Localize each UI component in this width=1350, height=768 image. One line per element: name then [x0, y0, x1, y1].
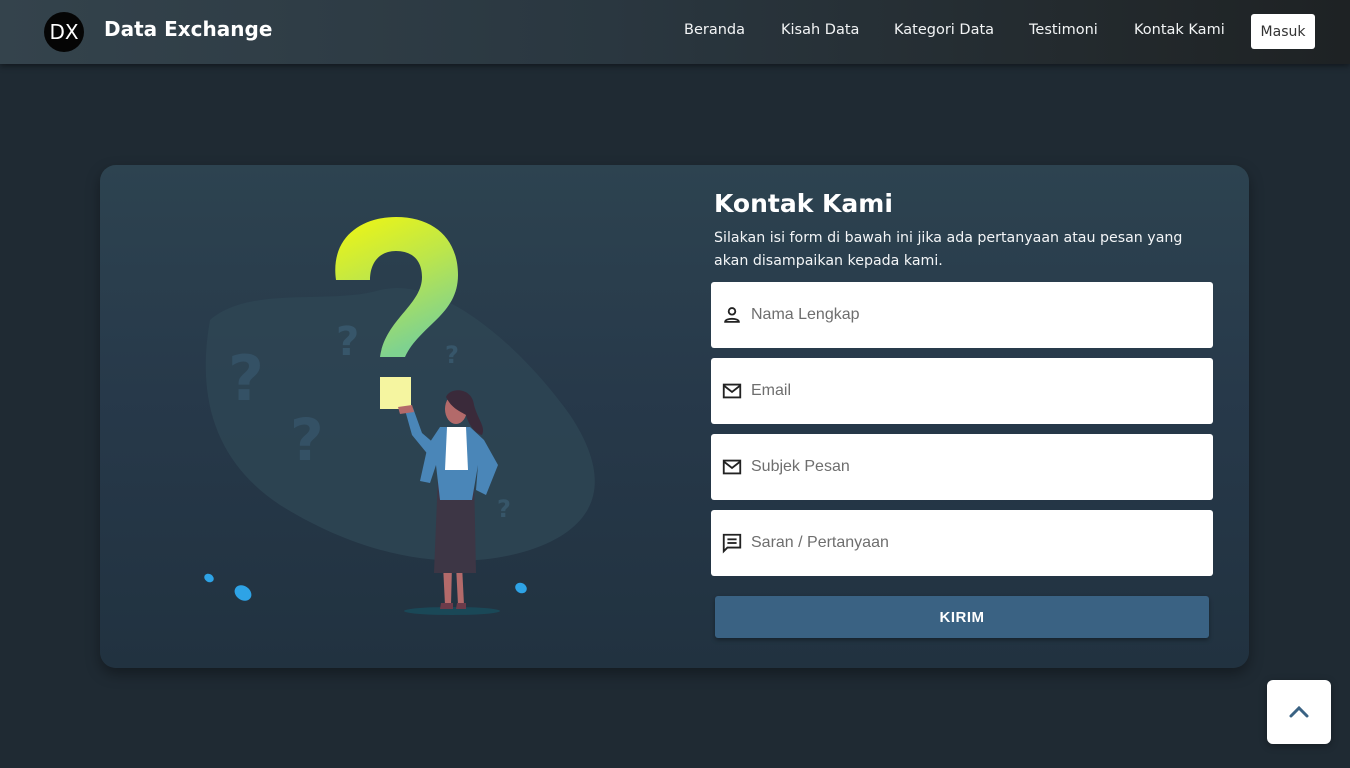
nav-link-kategori-data[interactable]: Kategori Data	[894, 22, 994, 38]
message-icon	[722, 533, 742, 554]
faint-question-mark: ?	[290, 406, 324, 474]
question-mark-dot	[380, 377, 411, 409]
nav-link-kisah-data[interactable]: Kisah Data	[781, 22, 859, 38]
faint-question-mark: ?	[497, 495, 511, 523]
message-input[interactable]	[751, 510, 1201, 576]
question-illustration: ? ? ? ? ?	[204, 217, 595, 615]
message-field[interactable]	[711, 510, 1213, 576]
submit-button[interactable]: KIRIM	[715, 596, 1209, 638]
brand-name[interactable]: Data Exchange	[104, 17, 272, 41]
nav-link-kontak-kami[interactable]: Kontak Kami	[1134, 22, 1225, 38]
nav-link-beranda[interactable]: Beranda	[684, 22, 745, 38]
leaf-decoration	[204, 573, 527, 601]
subject-field[interactable]	[711, 434, 1213, 500]
contact-title: Kontak Kami	[714, 189, 893, 218]
subject-input[interactable]	[751, 434, 1201, 500]
mail-icon	[722, 383, 742, 399]
nav-link-testimoni[interactable]: Testimoni	[1029, 22, 1098, 38]
email-field[interactable]	[711, 358, 1213, 424]
chevron-up-icon	[1289, 705, 1309, 718]
scroll-top-button[interactable]	[1267, 680, 1331, 744]
contact-description: Silakan isi form di bawah ini jika ada p…	[714, 230, 1183, 269]
top-navbar: DX Data Exchange Beranda Kisah Data Kate…	[0, 0, 1350, 64]
full-name-input[interactable]	[751, 282, 1201, 348]
person-icon	[724, 307, 740, 323]
brand-logo-text: DX	[49, 20, 79, 44]
faint-question-mark: ?	[445, 341, 459, 369]
mail-icon	[722, 459, 742, 475]
email-input[interactable]	[751, 358, 1201, 424]
faint-question-mark: ?	[228, 342, 264, 415]
login-button[interactable]: Masuk	[1251, 14, 1315, 49]
faint-question-mark: ?	[336, 319, 359, 365]
full-name-field[interactable]	[711, 282, 1213, 348]
brand-logo[interactable]: DX	[44, 12, 84, 52]
